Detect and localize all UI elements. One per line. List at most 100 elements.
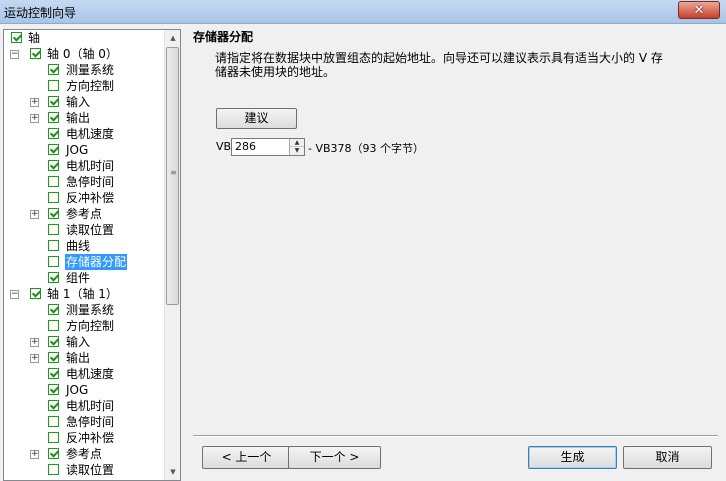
- tree-item-label: 反冲补偿: [66, 191, 115, 205]
- vb-address-stepper[interactable]: 286 ▲ ▼: [231, 138, 305, 156]
- tree-item-label: 电机时间: [66, 159, 115, 173]
- spin-down-icon[interactable]: ▼: [290, 147, 304, 155]
- tree-item[interactable]: + 参考点: [4, 446, 164, 462]
- tree-item-label: 存储器分配: [65, 254, 128, 270]
- spin-up-icon[interactable]: ▲: [290, 139, 304, 147]
- tree-item[interactable]: 电机速度: [4, 366, 164, 382]
- checked-checkbox-icon[interactable]: [30, 288, 41, 299]
- tree-item[interactable]: 读取位置: [4, 222, 164, 238]
- checked-checkbox-icon[interactable]: [48, 144, 59, 155]
- checked-checkbox-icon[interactable]: [11, 32, 22, 43]
- expand-plus-icon[interactable]: +: [30, 98, 39, 107]
- tree-item[interactable]: 反冲补偿: [4, 430, 164, 446]
- checked-checkbox-icon[interactable]: [48, 96, 59, 107]
- tree-item[interactable]: 电机时间: [4, 398, 164, 414]
- tree-item-label: 测量系统: [66, 63, 115, 77]
- checked-checkbox-icon[interactable]: [48, 112, 59, 123]
- unchecked-checkbox-icon[interactable]: [48, 256, 59, 267]
- tree-item[interactable]: 读取位置: [4, 462, 164, 478]
- checked-checkbox-icon[interactable]: [48, 160, 59, 171]
- tree-item[interactable]: 测量系统: [4, 302, 164, 318]
- tree-item-label: 读取位置: [66, 223, 115, 237]
- tree-item[interactable]: 急停时间: [4, 414, 164, 430]
- tree-item-label: 急停时间: [66, 175, 115, 189]
- tree-item[interactable]: + 输出: [4, 350, 164, 366]
- expand-plus-icon[interactable]: +: [30, 338, 39, 347]
- scroll-up-arrow-icon[interactable]: ▲: [165, 30, 180, 46]
- tree-item-label: JOG: [66, 383, 89, 397]
- checked-checkbox-icon[interactable]: [48, 272, 59, 283]
- next-button[interactable]: 下一个 >: [288, 446, 381, 469]
- checked-checkbox-icon[interactable]: [48, 304, 59, 315]
- collapse-minus-icon[interactable]: −: [10, 290, 19, 299]
- expand-plus-icon[interactable]: +: [30, 450, 39, 459]
- checked-checkbox-icon[interactable]: [30, 48, 41, 59]
- scroll-down-arrow-icon[interactable]: ▼: [165, 464, 180, 480]
- tree-item-label: 输入: [66, 95, 91, 109]
- tree-scrollbar[interactable]: ▲ ≡ ▼: [164, 30, 180, 480]
- cancel-button[interactable]: 取消: [623, 446, 712, 469]
- checked-checkbox-icon[interactable]: [48, 400, 59, 411]
- spin-buttons: ▲ ▼: [289, 139, 304, 155]
- tree-item[interactable]: 方向控制: [4, 78, 164, 94]
- tree-item[interactable]: + 输入: [4, 94, 164, 110]
- tree-item[interactable]: 电机速度: [4, 126, 164, 142]
- checked-checkbox-icon[interactable]: [48, 384, 59, 395]
- checked-checkbox-icon[interactable]: [48, 64, 59, 75]
- vb-address-input[interactable]: 286: [235, 139, 287, 155]
- tree-item[interactable]: 存储器分配: [4, 254, 164, 270]
- tree-item-label: 曲线: [66, 239, 91, 253]
- unchecked-checkbox-icon[interactable]: [48, 176, 59, 187]
- tree-item[interactable]: + 输入: [4, 334, 164, 350]
- unchecked-checkbox-icon[interactable]: [48, 464, 59, 475]
- previous-button[interactable]: < 上一个: [202, 446, 291, 469]
- tree-item[interactable]: − 轴 1（轴 1）: [4, 286, 164, 302]
- description-line: 储器未使用块的地址。: [215, 65, 336, 79]
- tree-item-label: 测量系统: [66, 303, 115, 317]
- tree-item[interactable]: 轴: [4, 30, 164, 46]
- tree-item[interactable]: 测量系统: [4, 62, 164, 78]
- tree-item-label: JOG: [66, 143, 89, 157]
- checked-checkbox-icon[interactable]: [48, 448, 59, 459]
- unchecked-checkbox-icon[interactable]: [48, 224, 59, 235]
- expand-plus-icon[interactable]: +: [30, 210, 39, 219]
- collapse-minus-icon[interactable]: −: [10, 50, 19, 59]
- checked-checkbox-icon[interactable]: [48, 352, 59, 363]
- tree-item-label: 方向控制: [66, 79, 115, 93]
- tree-item[interactable]: JOG: [4, 142, 164, 158]
- tree-item[interactable]: 曲线: [4, 238, 164, 254]
- memory-allocation-panel: 存储器分配 请指定将在数据块中放置组态的起始地址。向导还可以建议表示具有适当大小…: [186, 24, 726, 481]
- tree-item[interactable]: − 轴 0（轴 0）: [4, 46, 164, 62]
- expand-plus-icon[interactable]: +: [30, 114, 39, 123]
- expand-plus-icon[interactable]: +: [30, 354, 39, 363]
- vb-range-text: - VB378（93 个字节）: [308, 142, 425, 155]
- unchecked-checkbox-icon[interactable]: [48, 192, 59, 203]
- unchecked-checkbox-icon[interactable]: [48, 240, 59, 251]
- tree-item-label: 组件: [66, 271, 91, 285]
- unchecked-checkbox-icon[interactable]: [48, 432, 59, 443]
- generate-button[interactable]: 生成: [528, 446, 617, 469]
- unchecked-checkbox-icon[interactable]: [48, 80, 59, 91]
- tree-item[interactable]: 急停时间: [4, 174, 164, 190]
- tree-item[interactable]: 电机时间: [4, 158, 164, 174]
- checked-checkbox-icon[interactable]: [48, 368, 59, 379]
- tree-item[interactable]: 组件: [4, 270, 164, 286]
- tree-item[interactable]: + 输出: [4, 110, 164, 126]
- checked-checkbox-icon[interactable]: [48, 336, 59, 347]
- tree-item[interactable]: JOG: [4, 382, 164, 398]
- tree-item-label: 输出: [66, 351, 91, 365]
- checked-checkbox-icon[interactable]: [48, 208, 59, 219]
- scroll-thumb[interactable]: ≡: [166, 47, 179, 305]
- unchecked-checkbox-icon[interactable]: [48, 320, 59, 331]
- close-button[interactable]: ✕: [678, 1, 720, 19]
- tree-item-label: 轴: [28, 31, 41, 45]
- tree-item[interactable]: + 参考点: [4, 206, 164, 222]
- tree-item[interactable]: 反冲补偿: [4, 190, 164, 206]
- suggest-button[interactable]: 建议: [216, 108, 297, 129]
- tree-item-label: 反冲补偿: [66, 431, 115, 445]
- unchecked-checkbox-icon[interactable]: [48, 416, 59, 427]
- tree-item-label: 电机速度: [66, 367, 115, 381]
- wizard-content: 轴 − 轴 0（轴 0） 测量系统 方向控制 + 输入 + 输出 电机速度 JOG 电机时间 急停时间反…: [0, 24, 726, 481]
- checked-checkbox-icon[interactable]: [48, 128, 59, 139]
- tree-item[interactable]: 方向控制: [4, 318, 164, 334]
